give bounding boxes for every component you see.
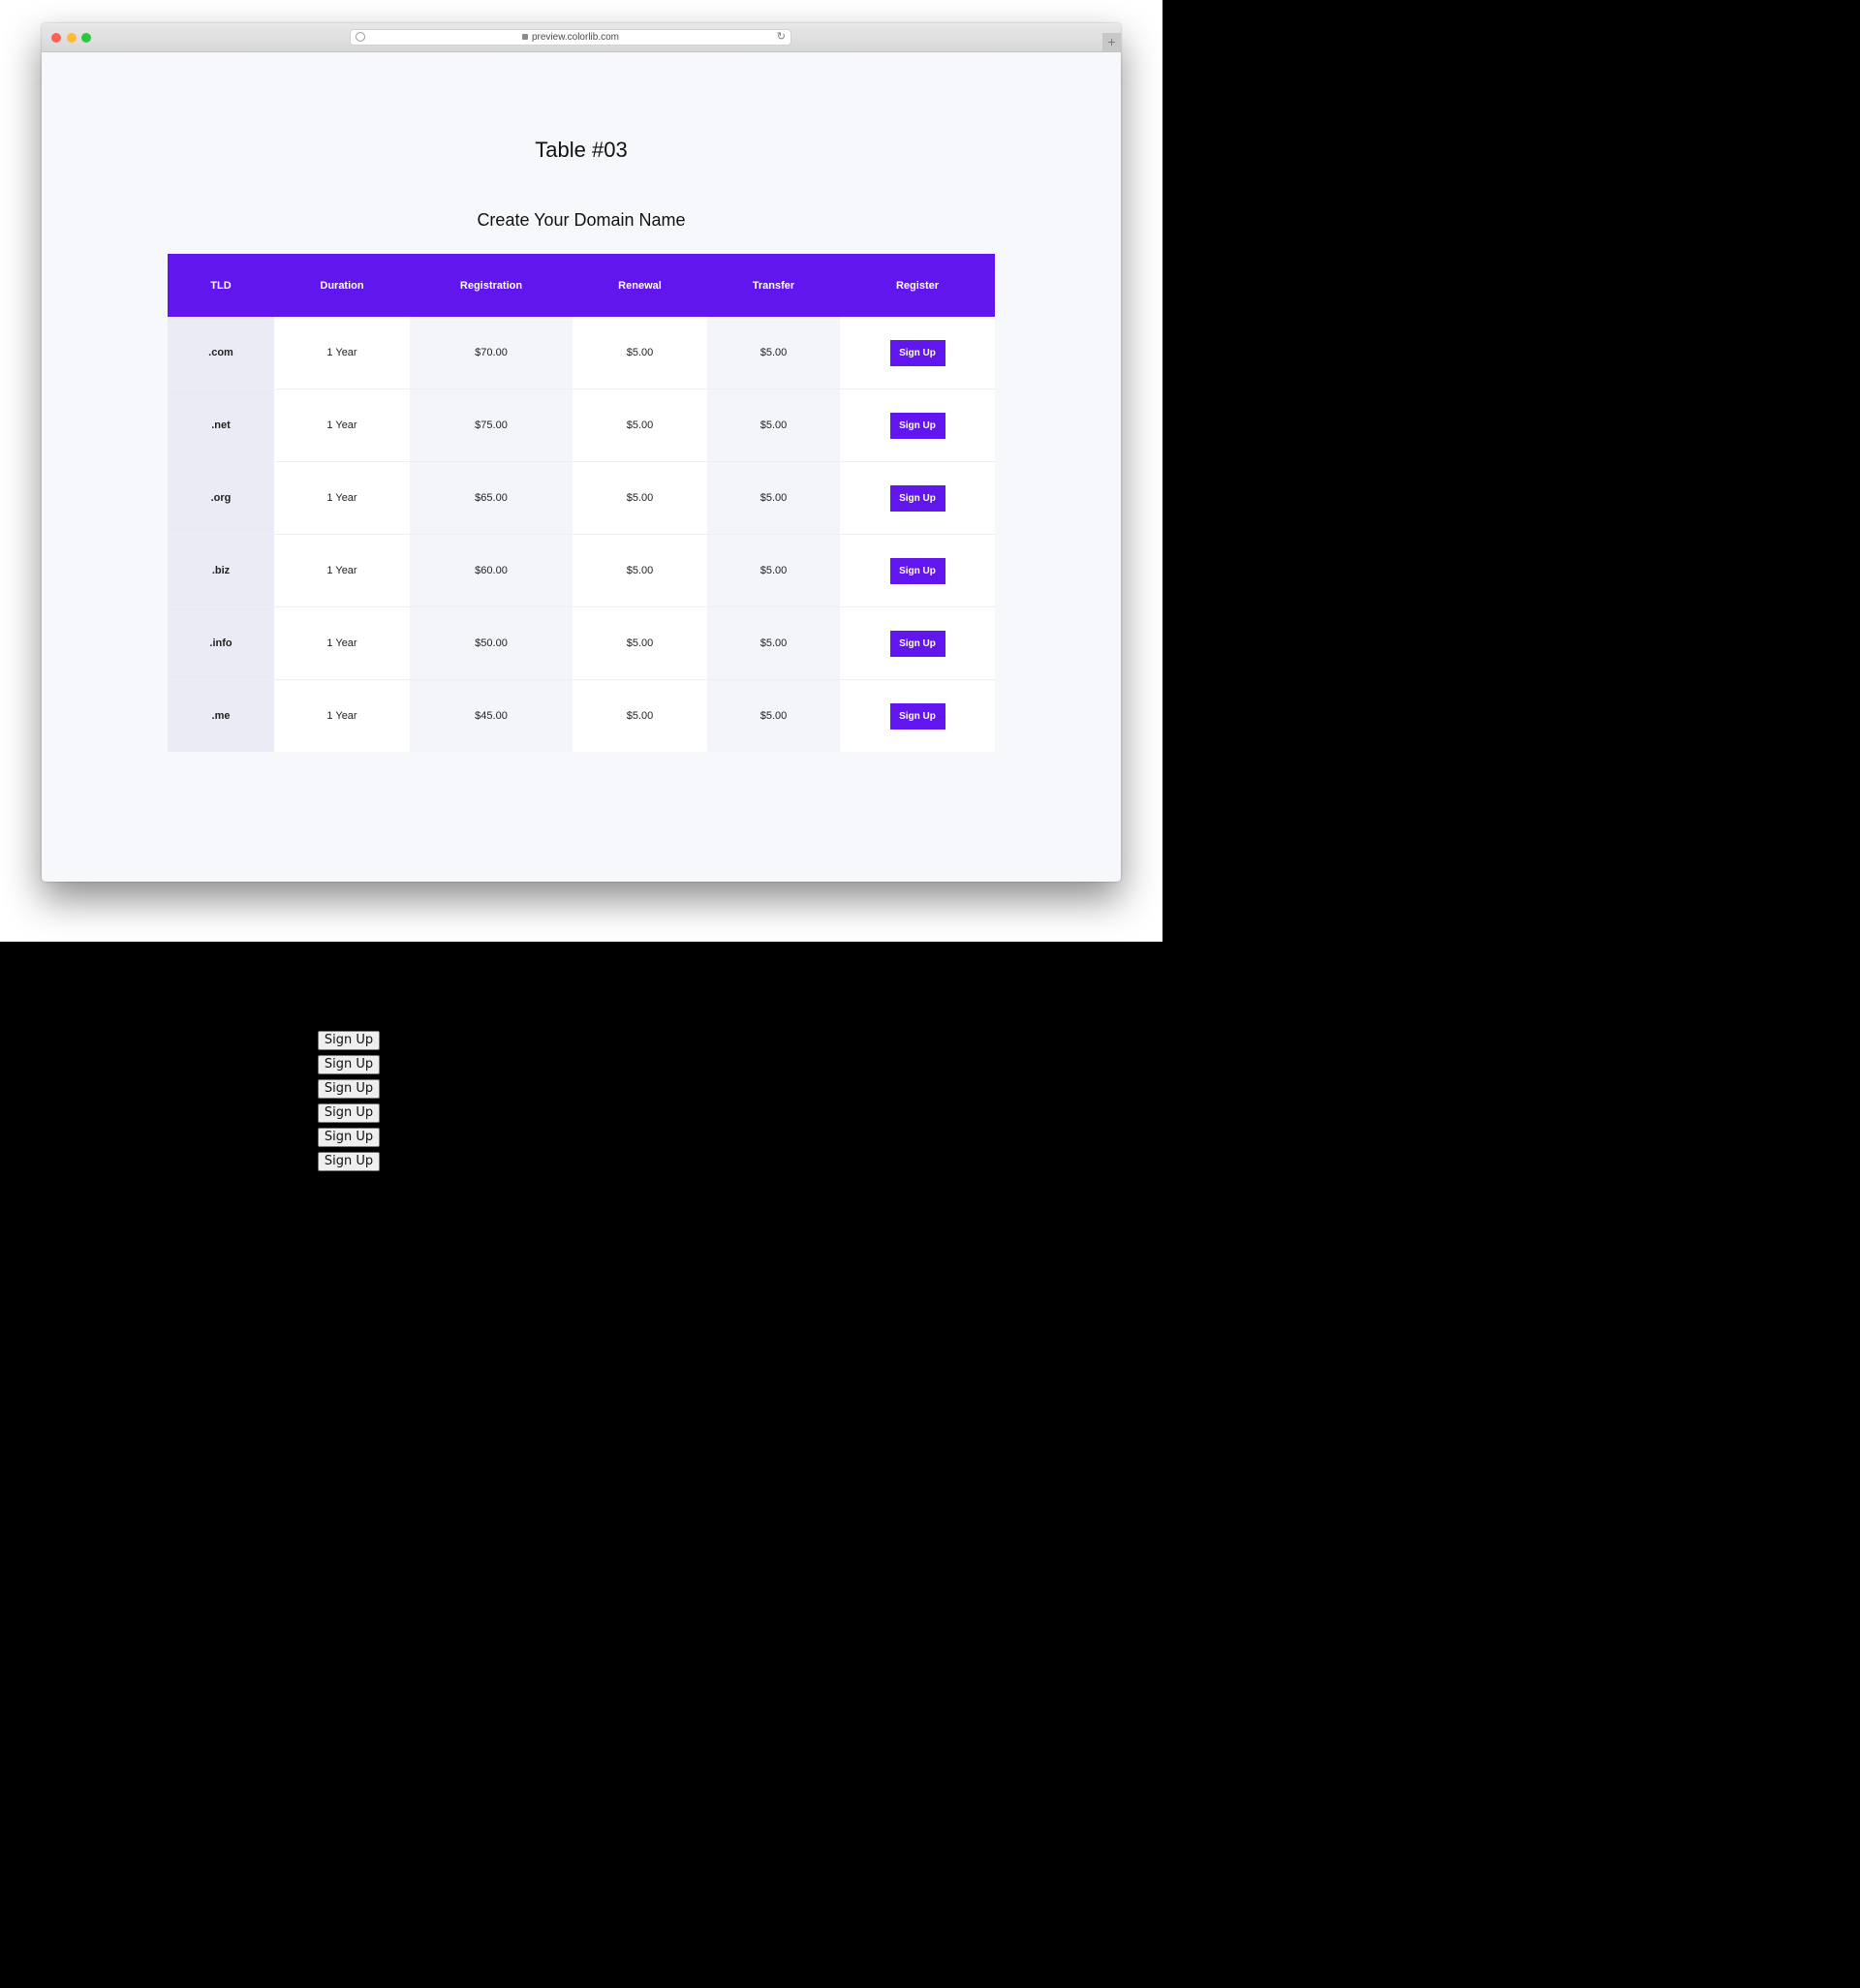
renewal-cell: $5.00 — [573, 679, 707, 752]
register-cell: Sign Up — [840, 679, 995, 752]
maximize-window-icon[interactable] — [81, 33, 91, 43]
page-title: Table #03 — [535, 138, 628, 162]
screenshot-canvas: preview.colorlib.com ↻ + Table #03 Creat… — [0, 0, 1162, 942]
renewal-cell: $5.00 — [573, 388, 707, 462]
tld-cell: .net — [168, 388, 274, 462]
native-sign-up-button[interactable]: Sign Up — [318, 1055, 380, 1074]
native-sign-up-button[interactable]: Sign Up — [318, 1079, 380, 1099]
sign-up-button[interactable]: Sign Up — [889, 557, 946, 584]
reload-icon[interactable]: ↻ — [777, 31, 786, 44]
transfer-cell: $5.00 — [707, 606, 840, 680]
url-text: preview.colorlib.com — [531, 32, 620, 43]
native-sign-up-button[interactable]: Sign Up — [318, 1103, 380, 1123]
sign-up-button[interactable]: Sign Up — [889, 702, 946, 730]
duration-cell: 1 Year — [274, 317, 410, 389]
header-tld: TLD — [168, 254, 274, 317]
tld-cell: .org — [168, 461, 274, 535]
table-heading: Create Your Domain Name — [477, 210, 686, 230]
table-row: .biz 1 Year $60.00 $5.00 $5.00 Sign Up — [168, 534, 995, 607]
registration-cell: $70.00 — [410, 317, 573, 389]
register-cell: Sign Up — [840, 534, 995, 607]
renewal-cell: $5.00 — [573, 461, 707, 535]
header-renewal: Renewal — [573, 254, 707, 317]
tld-cell: .info — [168, 606, 274, 680]
registration-cell: $45.00 — [410, 679, 573, 752]
duration-cell: 1 Year — [274, 606, 410, 680]
tld-cell: .biz — [168, 534, 274, 607]
browser-titlebar: preview.colorlib.com ↻ + — [42, 23, 1121, 52]
registration-cell: $50.00 — [410, 606, 573, 680]
table-row: .com 1 Year $70.00 $5.00 $5.00 Sign Up — [168, 317, 995, 389]
table-row: .me 1 Year $45.00 $5.00 $5.00 Sign Up — [168, 679, 995, 752]
address-bar[interactable]: preview.colorlib.com ↻ — [350, 29, 791, 46]
duration-cell: 1 Year — [274, 534, 410, 607]
duration-cell: 1 Year — [274, 461, 410, 535]
minimize-window-icon[interactable] — [67, 33, 77, 43]
native-sign-up-button[interactable]: Sign Up — [318, 1152, 380, 1171]
renewal-cell: $5.00 — [573, 317, 707, 389]
native-sign-up-button[interactable]: Sign Up — [318, 1128, 380, 1147]
header-transfer: Transfer — [707, 254, 840, 317]
sign-up-button[interactable]: Sign Up — [889, 339, 946, 366]
new-tab-icon[interactable]: + — [1102, 33, 1121, 51]
transfer-cell: $5.00 — [707, 388, 840, 462]
table-row: .org 1 Year $65.00 $5.00 $5.00 Sign Up — [168, 461, 995, 535]
sign-up-button[interactable]: Sign Up — [889, 484, 946, 512]
transfer-cell: $5.00 — [707, 679, 840, 752]
tld-cell: .me — [168, 679, 274, 752]
header-registration: Registration — [410, 254, 573, 317]
registration-cell: $60.00 — [410, 534, 573, 607]
domain-pricing-table: TLD Duration Registration Renewal Transf… — [168, 254, 995, 752]
register-cell: Sign Up — [840, 461, 995, 535]
duration-cell: 1 Year — [274, 388, 410, 462]
header-duration: Duration — [274, 254, 410, 317]
table-header-row: TLD Duration Registration Renewal Transf… — [168, 254, 995, 317]
register-cell: Sign Up — [840, 606, 995, 680]
register-cell: Sign Up — [840, 388, 995, 462]
close-window-icon[interactable] — [51, 33, 61, 43]
unstyled-button-list: Sign Up Sign Up Sign Up Sign Up Sign Up … — [318, 1031, 382, 1176]
sign-up-button[interactable]: Sign Up — [889, 412, 946, 439]
lock-icon — [521, 34, 528, 41]
renewal-cell: $5.00 — [573, 534, 707, 607]
header-register: Register — [840, 254, 995, 317]
browser-window: preview.colorlib.com ↻ + Table #03 Creat… — [42, 23, 1121, 882]
tld-cell: .com — [168, 317, 274, 389]
sign-up-button[interactable]: Sign Up — [889, 630, 946, 657]
registration-cell: $65.00 — [410, 461, 573, 535]
renewal-cell: $5.00 — [573, 606, 707, 680]
registration-cell: $75.00 — [410, 388, 573, 462]
address-url: preview.colorlib.com — [351, 31, 790, 44]
transfer-cell: $5.00 — [707, 317, 840, 389]
transfer-cell: $5.00 — [707, 461, 840, 535]
transfer-cell: $5.00 — [707, 534, 840, 607]
table-row: .info 1 Year $50.00 $5.00 $5.00 Sign Up — [168, 606, 995, 680]
duration-cell: 1 Year — [274, 679, 410, 752]
native-sign-up-button[interactable]: Sign Up — [318, 1031, 380, 1050]
table-row: .net 1 Year $75.00 $5.00 $5.00 Sign Up — [168, 388, 995, 462]
register-cell: Sign Up — [840, 317, 995, 389]
